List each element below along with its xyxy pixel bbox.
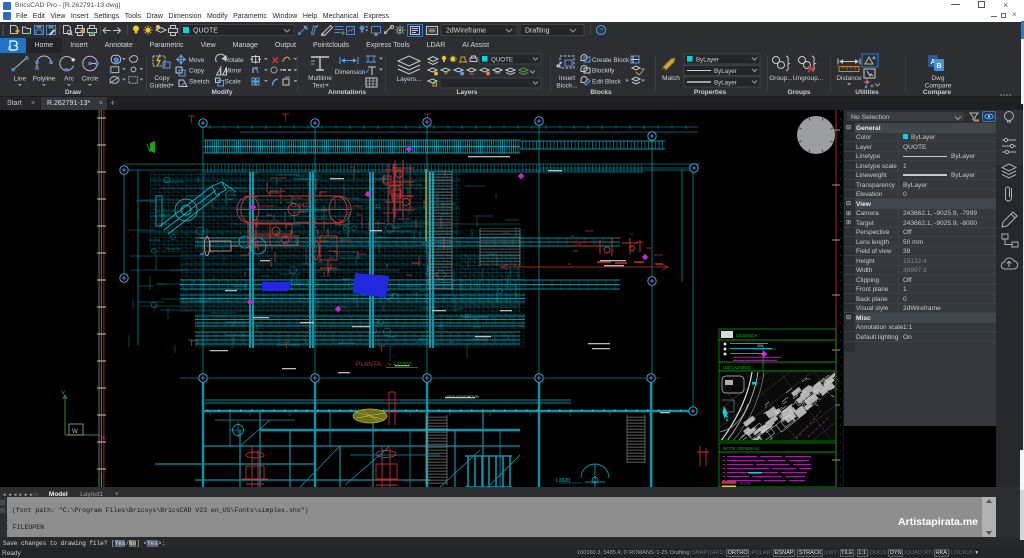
svg-text:X: X xyxy=(101,435,106,442)
svg-text:Properties: Properties xyxy=(694,89,727,96)
svg-text:Copy: Copy xyxy=(189,68,205,75)
svg-text:W: W xyxy=(72,429,78,435)
svg-text:PLANTA: PLANTA xyxy=(356,361,381,368)
svg-text:ByLayer: ByLayer xyxy=(714,80,737,87)
svg-text:Edit Block: Edit Block xyxy=(592,79,622,86)
svg-text:QUOTE: QUOTE xyxy=(491,57,513,64)
svg-text:Rotate: Rotate xyxy=(225,57,245,64)
svg-text:Draw: Draw xyxy=(65,89,82,96)
svg-text:Scale: Scale xyxy=(225,79,242,86)
svg-text:Block...: Block... xyxy=(556,83,578,90)
svg-text:Match: Match xyxy=(662,75,680,82)
svg-text:2004L/GD/S2B/7/2N: 2004L/GD/S2B/7/2N xyxy=(446,395,479,399)
svg-text:2dWireframe: 2dWireframe xyxy=(446,28,486,35)
svg-text:Polyline: Polyline xyxy=(33,76,56,83)
svg-text:Y: Y xyxy=(61,390,66,397)
svg-text:Arc: Arc xyxy=(64,76,75,83)
svg-text:ByLayer: ByLayer xyxy=(714,68,737,75)
svg-text:?: ? xyxy=(599,28,603,35)
svg-text:Utilities: Utilities xyxy=(855,89,879,96)
svg-text:ALENE: ALENE xyxy=(740,482,752,486)
svg-text:CL8422: CL8422 xyxy=(291,203,310,209)
svg-text:Modify: Modify xyxy=(212,89,233,96)
svg-text:300: 300 xyxy=(757,344,763,348)
svg-text:Distance: Distance xyxy=(836,75,862,82)
svg-text:∿ +21000: ∿ +21000 xyxy=(387,362,412,368)
svg-text:Dwg: Dwg xyxy=(931,75,944,82)
svg-text:LEGENDA :: LEGENDA : xyxy=(736,333,760,338)
svg-text:Blockify: Blockify xyxy=(592,68,615,75)
svg-text:Guided: Guided xyxy=(150,83,171,90)
svg-text:NOTE GENERALI :: NOTE GENERALI : xyxy=(723,446,762,451)
svg-text:Layers...: Layers... xyxy=(397,76,422,83)
svg-text:Ungroup...: Ungroup... xyxy=(793,75,824,82)
svg-text:Compare: Compare xyxy=(923,89,952,96)
svg-text:Circle: Circle xyxy=(82,76,99,83)
svg-text:Line: Line xyxy=(14,76,27,83)
svg-text:Layers: Layers xyxy=(457,89,478,96)
svg-text:Text: Text xyxy=(313,83,325,90)
svg-text:Insert: Insert xyxy=(559,75,575,82)
svg-text:Groups: Groups xyxy=(787,89,810,96)
svg-text:UBICAZIONE :: UBICAZIONE : xyxy=(723,365,753,370)
svg-text:Annotations: Annotations xyxy=(328,89,366,96)
svg-text:Copy: Copy xyxy=(154,75,170,82)
svg-text:Move: Move xyxy=(189,57,205,64)
svg-text:B: B xyxy=(936,63,941,70)
svg-text:Group...: Group... xyxy=(769,75,793,82)
svg-text:Mirror: Mirror xyxy=(225,68,243,75)
svg-text:Blocks: Blocks xyxy=(590,89,612,96)
svg-text:Stretch: Stretch xyxy=(189,79,210,86)
svg-text:QUOTE: QUOTE xyxy=(193,28,218,35)
svg-text:Create Block: Create Block xyxy=(592,57,630,64)
svg-text:Dimension: Dimension xyxy=(335,69,366,76)
svg-text:ByLayer: ByLayer xyxy=(696,57,719,64)
svg-text:Multiline: Multiline xyxy=(308,75,332,82)
svg-text:Drafting: Drafting xyxy=(525,28,550,35)
